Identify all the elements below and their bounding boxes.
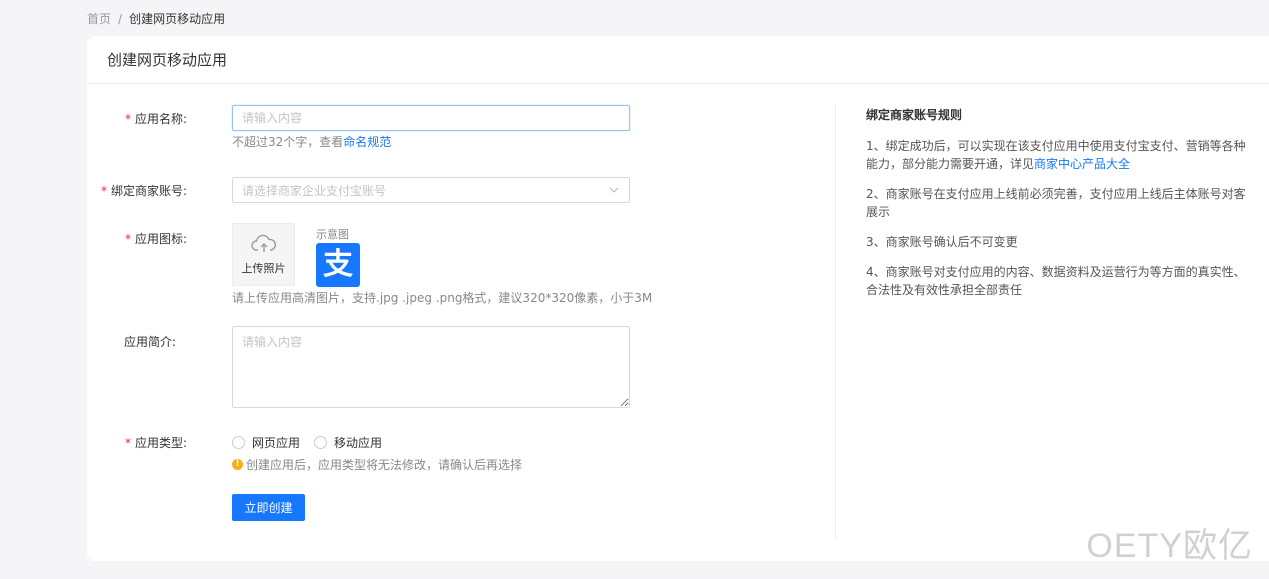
page-title: 创建网页移动应用 (87, 36, 1269, 84)
breadcrumb: 首页 / 创建网页移动应用 (87, 10, 225, 27)
merchant-rules-panel: 绑定商家账号规则 1、绑定成功后，可以实现在该支付应用中使用支付宝支付、营销等各… (866, 106, 1246, 311)
app-type-label: * 应用类型: (124, 436, 187, 450)
required-mark: * (124, 436, 131, 450)
exclamation-circle-icon: ! (232, 459, 243, 470)
radio-web-app[interactable]: 网页应用 (232, 434, 300, 451)
required-mark: * (124, 112, 131, 126)
radio-circle[interactable] (232, 436, 245, 449)
radio-mobile-app[interactable]: 移动应用 (314, 434, 382, 451)
sample-label: 示意图 (316, 228, 349, 241)
rules-item: 4、商家账号对支付应用的内容、数据资料及运营行为等方面的真实性、合法性及有效性承… (866, 265, 1246, 297)
app-icon-hint: 请上传应用高清图片，支持.jpg .jpeg .png格式，建议320*320像… (232, 291, 653, 305)
alipay-logo: 支 (316, 243, 360, 287)
app-name-label: * 应用名称: (124, 112, 187, 126)
app-type-warning: ! 创建应用后，应用类型将无法修改，请确认后再选择 (232, 456, 522, 473)
upload-photo-label: 上传照片 (241, 261, 286, 275)
required-mark: * (100, 184, 107, 198)
app-type-radio-group: 网页应用 移动应用 (232, 434, 396, 451)
rules-item: 1、绑定成功后，可以实现在该支付应用中使用支付宝支付、营销等各种能力，部分能力需… (866, 139, 1246, 171)
radio-circle[interactable] (314, 436, 328, 449)
chevron-down-icon (609, 187, 619, 193)
app-intro-label: 应用简介: (123, 335, 176, 349)
vertical-divider (835, 104, 836, 540)
breadcrumb-separator: / (118, 11, 123, 26)
merchant-select-placeholder: 请选择商家企业支付宝账号 (242, 183, 387, 198)
merchant-label: * 绑定商家账号: (100, 184, 187, 198)
naming-rules-link[interactable]: 命名规范 (343, 135, 391, 149)
merchant-center-link[interactable]: 商家中心产品大全 (1034, 157, 1130, 171)
watermark: OETY欧亿 (1086, 527, 1253, 565)
rules-item: 3、商家账号确认后不可变更 (866, 235, 1018, 249)
create-now-button[interactable]: 立即创建 (232, 494, 305, 521)
app-name-input[interactable] (232, 105, 630, 131)
required-mark: * (124, 232, 131, 246)
breadcrumb-home[interactable]: 首页 (87, 10, 111, 27)
upload-photo-button[interactable]: 上传照片 (232, 223, 295, 286)
app-intro-textarea[interactable] (232, 326, 630, 408)
rules-item: 2、商家账号在支付应用上线前必须完善，支付应用上线后主体账号对客展示 (866, 187, 1246, 219)
breadcrumb-current: 创建网页移动应用 (129, 12, 226, 26)
merchant-select[interactable]: 请选择商家企业支付宝账号 (232, 177, 630, 203)
app-icon-label: * 应用图标: (124, 232, 187, 246)
form-card: 创建网页移动应用 *应用名称: 不超过32个字，查看命名规范 *绑定商家账号: … (87, 36, 1269, 561)
app-name-hint: 不超过32个字，查看命名规范 (232, 135, 392, 149)
alipay-logo-glyph: 支 (323, 247, 353, 282)
rules-title: 绑定商家账号规则 (866, 108, 963, 122)
cloud-upload-icon (250, 234, 276, 252)
